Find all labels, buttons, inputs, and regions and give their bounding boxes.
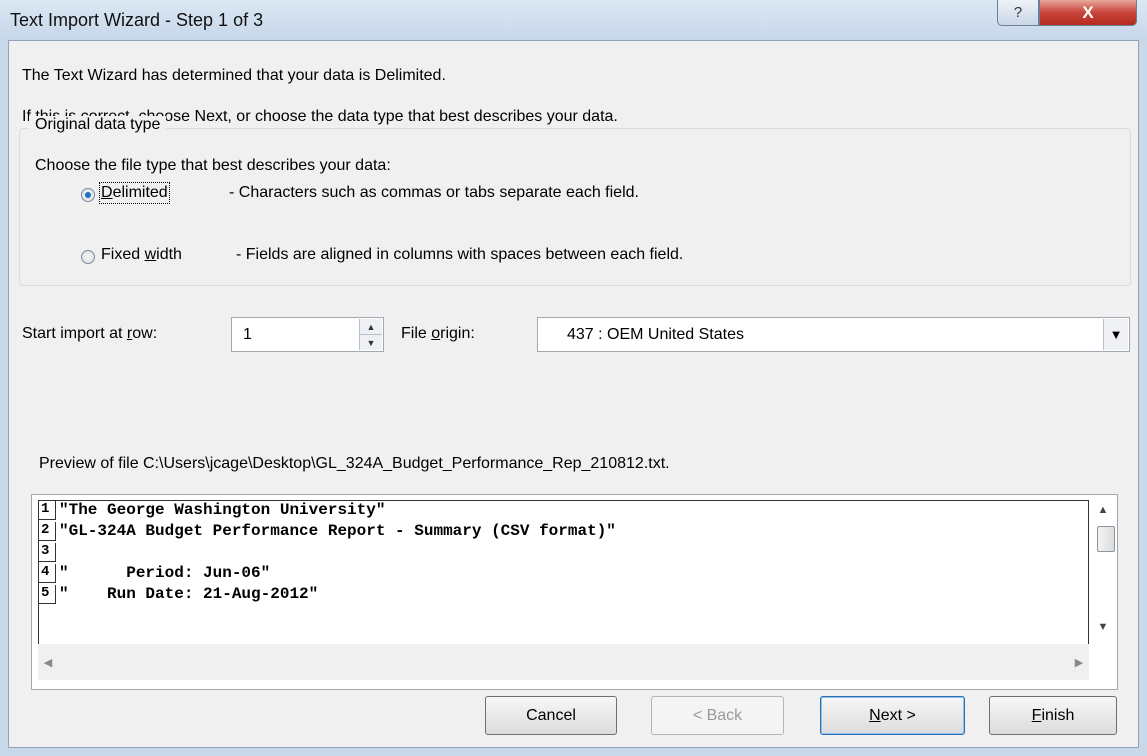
cancel-button[interactable]: Cancel [485,696,617,735]
vertical-scrollbar[interactable]: ▲ ▼ [1090,500,1116,640]
fixed-width-label[interactable]: Fixed width [101,246,182,264]
row-number: 1 [39,501,56,520]
row-number: 4 [39,564,56,583]
spin-up-icon[interactable]: ▲ [360,319,382,335]
close-icon: X [1082,2,1094,22]
help-button[interactable]: ? [997,0,1039,26]
start-row-value[interactable]: 1 [243,326,252,344]
help-icon: ? [1013,4,1023,21]
row-text: "The George Washington University" [59,501,386,519]
file-origin-label: File origin: [401,325,475,342]
scroll-left-icon[interactable]: ◀ [38,652,58,672]
file-origin-select[interactable]: 437 : OEM United States ▼ [537,317,1130,352]
delimited-description: - Characters such as commas or tabs sepa… [229,184,639,201]
row-text: " Period: Jun-06" [59,564,271,582]
scroll-thumb[interactable] [1097,526,1115,552]
horizontal-scrollbar[interactable]: ◀ ▶ [38,644,1089,680]
spinner-buttons: ▲ ▼ [359,319,382,350]
start-row-spinner[interactable]: 1 ▲ ▼ [231,317,384,352]
row-text: "GL-324A Budget Performance Report - Sum… [59,522,616,540]
file-type-prompt: Choose the file type that best describes… [35,157,391,174]
start-row-label: Start import at row: [22,325,158,342]
scroll-up-icon[interactable]: ▲ [1090,500,1116,520]
window-title: Text Import Wizard - Step 1 of 3 [10,10,264,30]
group-title: Original data type [29,116,167,134]
row-number: 2 [39,522,56,541]
row-number: 5 [39,585,56,604]
file-origin-value: 437 : OEM United States [567,326,744,343]
delimited-radio[interactable] [81,188,95,202]
delimited-label[interactable]: Delimited [99,182,170,204]
spin-down-icon[interactable]: ▼ [360,335,382,350]
fixed-width-description: - Fields are aligned in columns with spa… [236,246,684,263]
preview-pane[interactable]: 1 "The George Washington University" 2 "GL… [31,494,1118,690]
preview-label: Preview of file C:\Users\jcage\Desktop\G… [39,455,670,472]
scroll-down-icon[interactable]: ▼ [1090,617,1116,637]
fixed-width-radio[interactable] [81,250,95,264]
next-button[interactable]: Next > [820,696,965,735]
row-number: 3 [39,543,56,562]
scroll-right-icon[interactable]: ▶ [1069,652,1089,672]
close-button[interactable]: X [1039,0,1137,26]
title-bar[interactable]: Text Import Wizard - Step 1 of 3 ? X [0,0,1147,40]
intro-line-1: The Text Wizard has determined that your… [22,67,446,84]
finish-button[interactable]: Finish [989,696,1117,735]
row-text: " Run Date: 21-Aug-2012" [59,585,319,603]
back-button[interactable]: < Back [651,696,784,735]
dropdown-arrow-icon[interactable]: ▼ [1103,319,1128,350]
